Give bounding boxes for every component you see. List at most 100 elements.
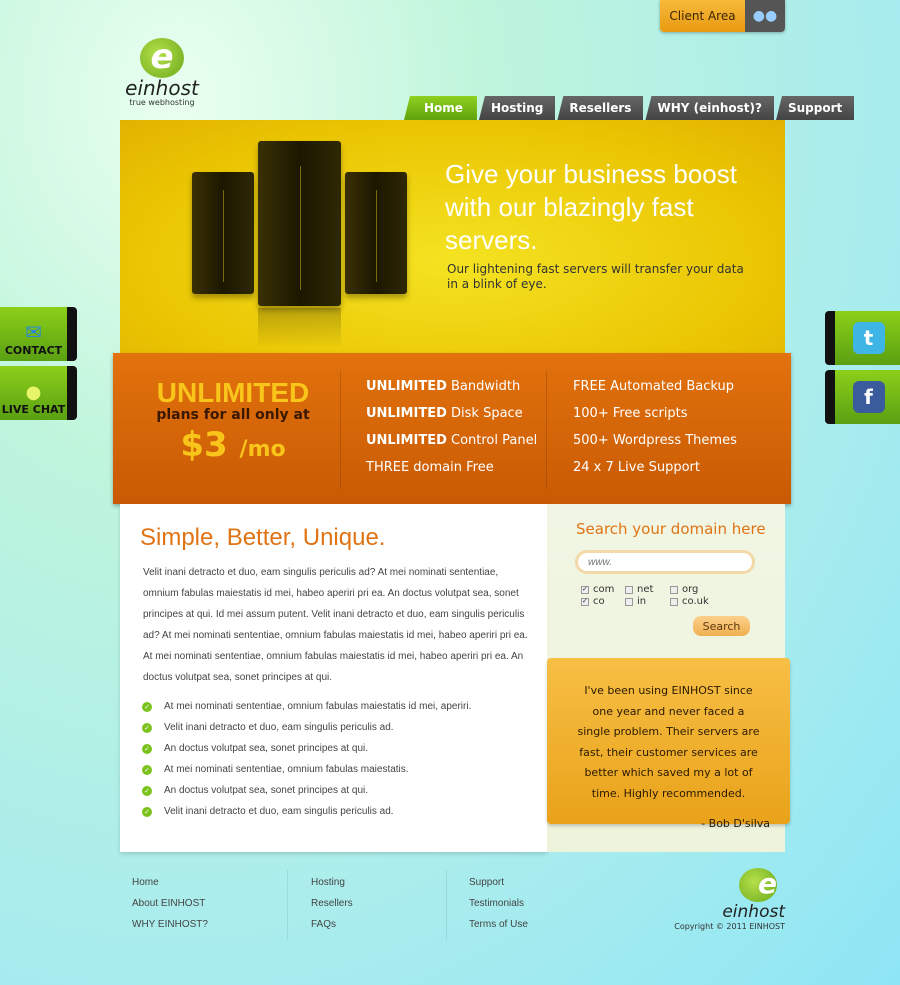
footer-link[interactable]: Home bbox=[132, 872, 208, 893]
contact-tab[interactable]: ✉ CONTACT bbox=[0, 307, 77, 361]
logo-mark: e bbox=[140, 38, 184, 78]
promo-plans: plans for all only at bbox=[156, 407, 310, 423]
hero-subtext: Our lightening fast servers will transfe… bbox=[447, 262, 744, 291]
footer-link[interactable]: About EINHOST bbox=[132, 893, 208, 914]
testimonial: I've been using EINHOST since one year a… bbox=[547, 658, 790, 830]
checkbox[interactable]: ✓ bbox=[581, 585, 589, 594]
feature-bold: UNLIMITED bbox=[366, 433, 447, 448]
feature-item: UNLIMITED Disk Space bbox=[366, 400, 537, 427]
tld-checkbox-in[interactable]: in bbox=[625, 596, 670, 607]
facebook-icon: f bbox=[852, 381, 885, 413]
tld-checkbox-org[interactable]: org bbox=[670, 584, 720, 595]
check-icon: ✓ bbox=[142, 722, 152, 733]
tab-support[interactable]: Support bbox=[776, 96, 855, 120]
divider bbox=[340, 371, 341, 489]
feature-text: Disk Space bbox=[446, 406, 523, 421]
tld-checkbox-com[interactable]: ✓ com bbox=[581, 584, 625, 595]
footer-link[interactable]: Testimonials bbox=[469, 893, 528, 914]
domain-input[interactable] bbox=[575, 550, 755, 574]
footer-links-1: Home About EINHOST WHY EINHOST? bbox=[132, 872, 208, 935]
main-nav: Home Hosting Resellers WHY (einhost)? Su… bbox=[402, 96, 855, 120]
checkbox[interactable] bbox=[670, 597, 678, 606]
contact-label: CONTACT bbox=[4, 344, 63, 357]
search-button[interactable]: Search bbox=[693, 616, 750, 636]
promo-unlimited: UNLIMITED bbox=[156, 377, 310, 408]
live-chat-tab[interactable]: ● LIVE CHAT bbox=[0, 366, 77, 420]
tld-label: net bbox=[637, 584, 654, 595]
footer-link[interactable]: FAQs bbox=[311, 914, 353, 935]
currency: $ bbox=[180, 425, 205, 465]
feature-text: THREE domain Free bbox=[366, 460, 494, 475]
divider bbox=[446, 870, 447, 940]
feature-bold: UNLIMITED bbox=[366, 379, 447, 394]
intro-paragraph: Velit inani detracto et duo, eam singuli… bbox=[143, 567, 528, 683]
footer-link[interactable]: Resellers bbox=[311, 893, 353, 914]
footer-link[interactable]: Support bbox=[469, 872, 528, 893]
promo-price: $3 /mo bbox=[113, 425, 353, 465]
feature-bold: UNLIMITED bbox=[366, 406, 447, 421]
footer-logo: e einhost Copyright © 2011 EINHOST bbox=[670, 868, 785, 932]
tab-hosting[interactable]: Hosting bbox=[478, 96, 556, 120]
feature-text: Bandwidth bbox=[446, 379, 521, 394]
list-item: ✓ At mei nominati sententiae, omnium fabu… bbox=[142, 759, 471, 780]
logo-mark: e bbox=[739, 868, 777, 902]
feature-item: 500+ Wordpress Themes bbox=[573, 433, 737, 448]
per-month: /mo bbox=[239, 437, 286, 462]
checkbox[interactable] bbox=[625, 597, 633, 606]
list-item-text: At mei nominati sententiae, omnium fabul… bbox=[164, 701, 472, 712]
feature-item: FREE Automated Backup bbox=[573, 379, 735, 394]
tab-home[interactable]: Home bbox=[404, 96, 477, 120]
checkbox[interactable] bbox=[625, 585, 633, 594]
checkbox[interactable] bbox=[670, 585, 678, 594]
check-icon: ✓ bbox=[142, 785, 152, 796]
divider bbox=[287, 870, 288, 940]
list-item-text: An doctus volutpat sea, sonet principes … bbox=[164, 743, 369, 754]
tld-checkbox-net[interactable]: net bbox=[625, 584, 670, 595]
footer-link[interactable]: Hosting bbox=[311, 872, 353, 893]
tld-label: com bbox=[593, 584, 615, 595]
feature-item: 24 x 7 Live Support bbox=[573, 460, 700, 475]
users-icon: ●● bbox=[745, 0, 785, 32]
server-image bbox=[192, 172, 254, 294]
list-item: ✓ Velit inani detracto et duo, eam singul… bbox=[142, 717, 471, 738]
footer-links-3: Support Testimonials Terms of Use bbox=[469, 872, 528, 935]
pricing-band: UNLIMITED plans for all only at $3 /mo U… bbox=[113, 353, 791, 504]
facebook-tab[interactable]: f bbox=[825, 370, 900, 424]
tld-checkbox-co.uk[interactable]: co.uk bbox=[670, 596, 720, 607]
domain-search-title: Search your domain here bbox=[576, 520, 766, 538]
main-content: Simple, Better, Unique. Velit inani detr… bbox=[120, 504, 547, 852]
pricing-promo: UNLIMITED plans for all only at $3 /mo bbox=[113, 377, 353, 465]
server-image bbox=[258, 141, 341, 306]
hero-headline: Give your business boost with our blazin… bbox=[445, 159, 737, 255]
testimonial-quote: I've been using EINHOST since one year a… bbox=[577, 684, 760, 800]
check-icon: ✓ bbox=[142, 701, 152, 712]
list-item: ✓ At mei nominati sententiae, omnium fabu… bbox=[142, 696, 471, 717]
client-area-button[interactable]: Client Area ●● bbox=[660, 0, 785, 32]
tld-label: org bbox=[682, 584, 699, 595]
server-image bbox=[345, 172, 407, 294]
footer-link[interactable]: WHY EINHOST? bbox=[132, 914, 208, 935]
tab-resellers[interactable]: Resellers bbox=[557, 96, 644, 120]
tld-label: co.uk bbox=[682, 596, 709, 607]
logo-name: einhost bbox=[125, 76, 199, 100]
tld-label: in bbox=[637, 596, 647, 607]
twitter-tab[interactable]: t bbox=[825, 311, 900, 365]
chat-bubble-icon: ● bbox=[25, 382, 42, 403]
footer-links-2: Hosting Resellers FAQs bbox=[311, 872, 353, 935]
envelope-icon: ✉ bbox=[25, 320, 42, 344]
tld-checkbox-co[interactable]: ✓ co bbox=[581, 596, 625, 607]
feature-list: ✓ At mei nominati sententiae, omnium fabu… bbox=[142, 696, 471, 822]
tab-why[interactable]: WHY (einhost)? bbox=[645, 96, 774, 120]
live-chat-label: LIVE CHAT bbox=[1, 403, 66, 416]
tld-options: ✓ com net org ✓ co in co.uk bbox=[581, 584, 720, 607]
section-title: Simple, Better, Unique. bbox=[140, 524, 386, 551]
logo-name: einhost bbox=[722, 902, 785, 922]
list-item-text: At mei nominati sententiae, omnium fabul… bbox=[164, 764, 409, 775]
features-column-2: FREE Automated Backup 100+ Free scripts 50… bbox=[573, 373, 737, 481]
check-icon: ✓ bbox=[142, 806, 152, 817]
twitter-icon: t bbox=[852, 322, 885, 354]
footer-link[interactable]: Terms of Use bbox=[469, 914, 528, 935]
logo[interactable]: e einhost true webhosting bbox=[122, 38, 202, 107]
checkbox[interactable]: ✓ bbox=[581, 597, 589, 606]
feature-text: Control Panel bbox=[446, 433, 538, 448]
